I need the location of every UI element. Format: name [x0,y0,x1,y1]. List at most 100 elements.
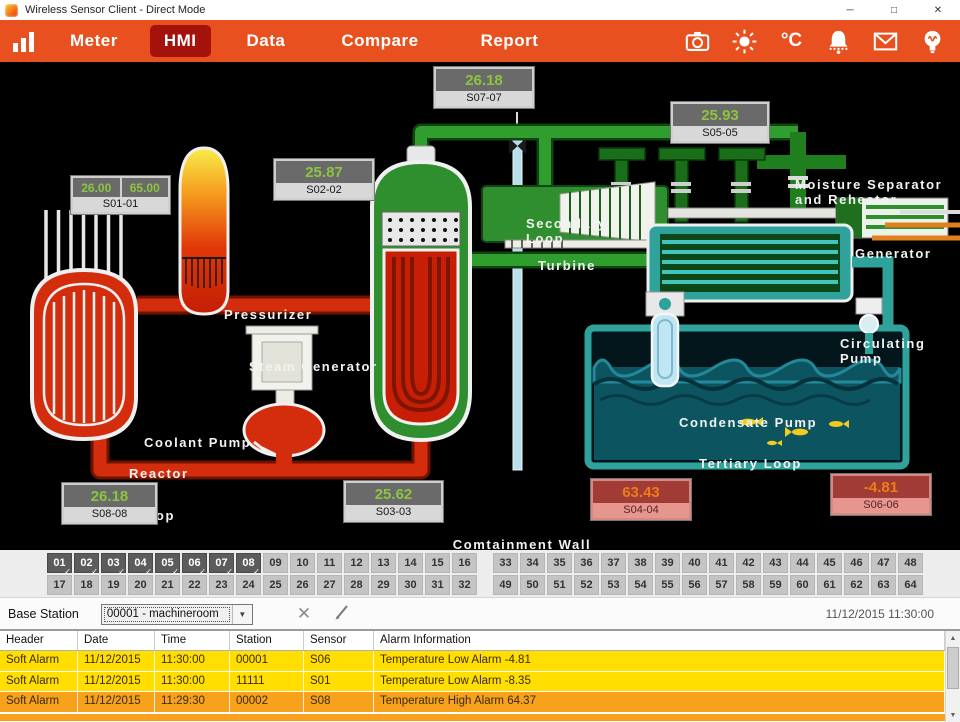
base-station-select[interactable]: 00001 - machineroom ▼ [101,604,253,625]
scrollbar-thumb[interactable] [947,647,959,689]
dropdown-arrow-icon[interactable]: ▼ [232,605,252,624]
maximize-button[interactable]: □ [872,0,916,20]
column-header[interactable]: Alarm Information [374,631,945,650]
station-cell-08[interactable]: 08✓ [236,553,261,573]
sensor-box-s03[interactable]: 25.62 S03-03 [344,481,443,522]
column-header[interactable]: Header [0,631,78,650]
sensor-box-s02[interactable]: 25.87 S02-02 [274,159,374,200]
station-cell-30[interactable]: 30 [398,575,423,595]
station-cell-31[interactable]: 31 [425,575,450,595]
station-cell-60[interactable]: 60 [790,575,815,595]
station-cell-64[interactable]: 64 [898,575,923,595]
column-header[interactable]: Time [155,631,230,650]
station-cell-40[interactable]: 40 [682,553,707,573]
station-cell-46[interactable]: 46 [844,553,869,573]
station-cell-21[interactable]: 21 [155,575,180,595]
tab-meter[interactable]: Meter [56,25,132,57]
station-cell-48[interactable]: 48 [898,553,923,573]
alarm-row[interactable]: Soft Alarm11/12/201511:30:0000001S06Temp… [0,651,945,672]
station-cell-41[interactable]: 41 [709,553,734,573]
station-cell-01[interactable]: 01✓ [47,553,72,573]
station-cell-13[interactable]: 13 [371,553,396,573]
station-cell-36[interactable]: 36 [574,553,599,573]
station-cell-45[interactable]: 45 [817,553,842,573]
station-cell-53[interactable]: 53 [601,575,626,595]
tab-compare[interactable]: Compare [327,25,432,57]
station-cell-56[interactable]: 56 [682,575,707,595]
bulb-icon[interactable] [919,28,946,55]
station-cell-49[interactable]: 49 [493,575,518,595]
station-cell-62[interactable]: 62 [844,575,869,595]
station-cell-44[interactable]: 44 [790,553,815,573]
station-cell-05[interactable]: 05✓ [155,553,180,573]
column-header[interactable]: Station [230,631,304,650]
tab-hmi[interactable]: HMI [150,25,211,57]
station-cell-52[interactable]: 52 [574,575,599,595]
station-cell-15[interactable]: 15 [425,553,450,573]
station-cell-50[interactable]: 50 [520,575,545,595]
station-cell-10[interactable]: 10 [290,553,315,573]
station-cell-61[interactable]: 61 [817,575,842,595]
station-cell-18[interactable]: 18 [74,575,99,595]
station-cell-32[interactable]: 32 [452,575,477,595]
station-cell-51[interactable]: 51 [547,575,572,595]
column-header[interactable]: Sensor [304,631,374,650]
station-cell-42[interactable]: 42 [736,553,761,573]
table-scrollbar[interactable]: ▲ ▼ [945,631,960,722]
camera-icon[interactable] [684,28,711,55]
station-cell-38[interactable]: 38 [628,553,653,573]
station-cell-39[interactable]: 39 [655,553,680,573]
station-cell-20[interactable]: 20 [128,575,153,595]
tab-data[interactable]: Data [233,25,300,57]
temperature-unit-icon[interactable]: °C [778,28,805,55]
station-cell-33[interactable]: 33 [493,553,518,573]
minimize-button[interactable]: ─ [828,0,872,20]
alarm-bell-icon[interactable] [825,28,852,55]
sensor-box-s07[interactable]: 26.18 S07-07 [434,67,534,108]
station-cell-19[interactable]: 19 [101,575,126,595]
station-cell-43[interactable]: 43 [763,553,788,573]
edit-pencil-icon[interactable] [333,603,351,626]
station-cell-55[interactable]: 55 [655,575,680,595]
station-cell-09[interactable]: 09 [263,553,288,573]
sensor-box-s04[interactable]: 63.43 S04-04 [591,479,691,520]
station-cell-06[interactable]: 06✓ [182,553,207,573]
station-cell-34[interactable]: 34 [520,553,545,573]
tab-report[interactable]: Report [467,25,553,57]
station-cell-22[interactable]: 22 [182,575,207,595]
brightness-sun-icon[interactable] [731,28,758,55]
station-cell-54[interactable]: 54 [628,575,653,595]
station-cell-27[interactable]: 27 [317,575,342,595]
station-cell-04[interactable]: 04✓ [128,553,153,573]
station-cell-23[interactable]: 23 [209,575,234,595]
sensor-box-s08[interactable]: 26.18 S08-08 [62,483,157,524]
station-cell-57[interactable]: 57 [709,575,734,595]
station-cell-37[interactable]: 37 [601,553,626,573]
column-header[interactable]: Date [78,631,155,650]
station-cell-11[interactable]: 11 [317,553,342,573]
station-cell-26[interactable]: 26 [290,575,315,595]
close-button[interactable]: ✕ [916,0,960,20]
station-cell-12[interactable]: 12 [344,553,369,573]
station-cell-17[interactable]: 17 [47,575,72,595]
mail-icon[interactable] [872,28,899,55]
sensor-box-s01[interactable]: 26.00 65.00 S01-01 [71,176,170,214]
station-cell-14[interactable]: 14 [398,553,423,573]
station-cell-59[interactable]: 59 [763,575,788,595]
alarm-row[interactable]: Soft Alarm11/12/201511:30:0011111S01Temp… [0,672,945,693]
station-cell-07[interactable]: 07✓ [209,553,234,573]
station-cell-02[interactable]: 02✓ [74,553,99,573]
station-cell-24[interactable]: 24 [236,575,261,595]
station-cell-35[interactable]: 35 [547,553,572,573]
station-cell-03[interactable]: 03✓ [101,553,126,573]
station-cell-28[interactable]: 28 [344,575,369,595]
alarm-row[interactable]: Soft Alarm11/12/201511:29:3000002S08Temp… [0,692,945,713]
scroll-up-icon[interactable]: ▲ [946,631,960,645]
sensor-box-s05[interactable]: 25.93 S05-05 [671,102,769,143]
clear-icon[interactable]: ✕ [297,604,311,624]
station-cell-25[interactable]: 25 [263,575,288,595]
station-cell-16[interactable]: 16 [452,553,477,573]
station-cell-63[interactable]: 63 [871,575,896,595]
station-cell-58[interactable]: 58 [736,575,761,595]
station-cell-29[interactable]: 29 [371,575,396,595]
